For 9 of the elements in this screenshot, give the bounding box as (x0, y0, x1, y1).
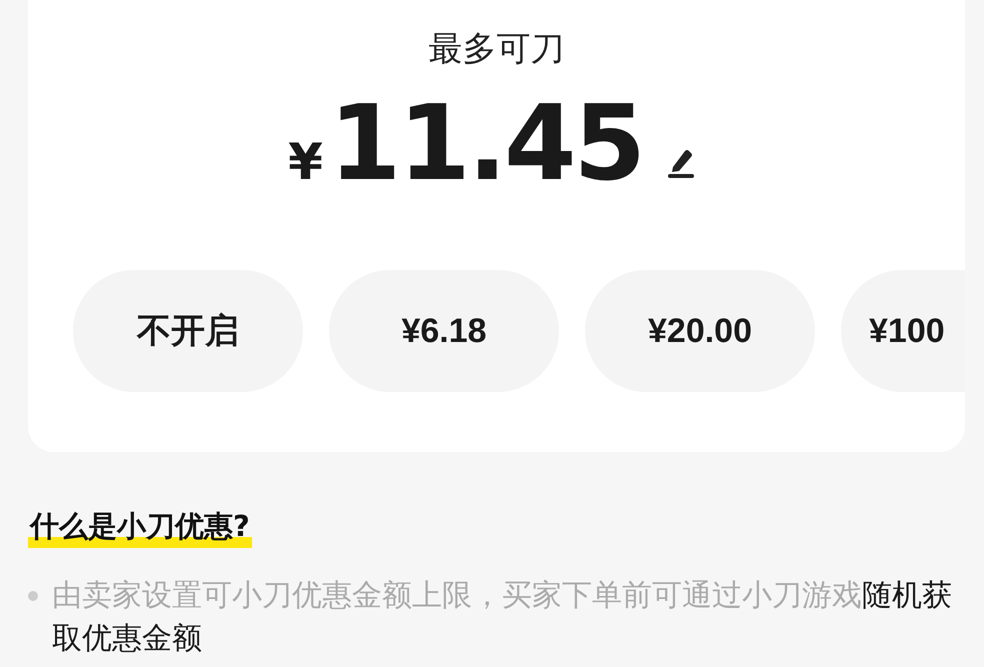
bullet-dot (28, 590, 38, 601)
amount-value: 11.45 (328, 86, 643, 200)
limit-title: 最多可刀 (428, 28, 564, 71)
amount-option[interactable]: 不开启 (73, 270, 303, 392)
amount-option[interactable]: ¥100 (841, 270, 965, 392)
currency-symbol: ¥ (288, 133, 323, 191)
amount-option[interactable]: ¥20.00 (585, 270, 815, 392)
faq-text: 由卖家设置可小刀优惠金额上限，买家下单前可通过小刀游戏随机获取优惠金额 (52, 576, 952, 658)
amount-option[interactable]: ¥6.18 (329, 270, 559, 392)
